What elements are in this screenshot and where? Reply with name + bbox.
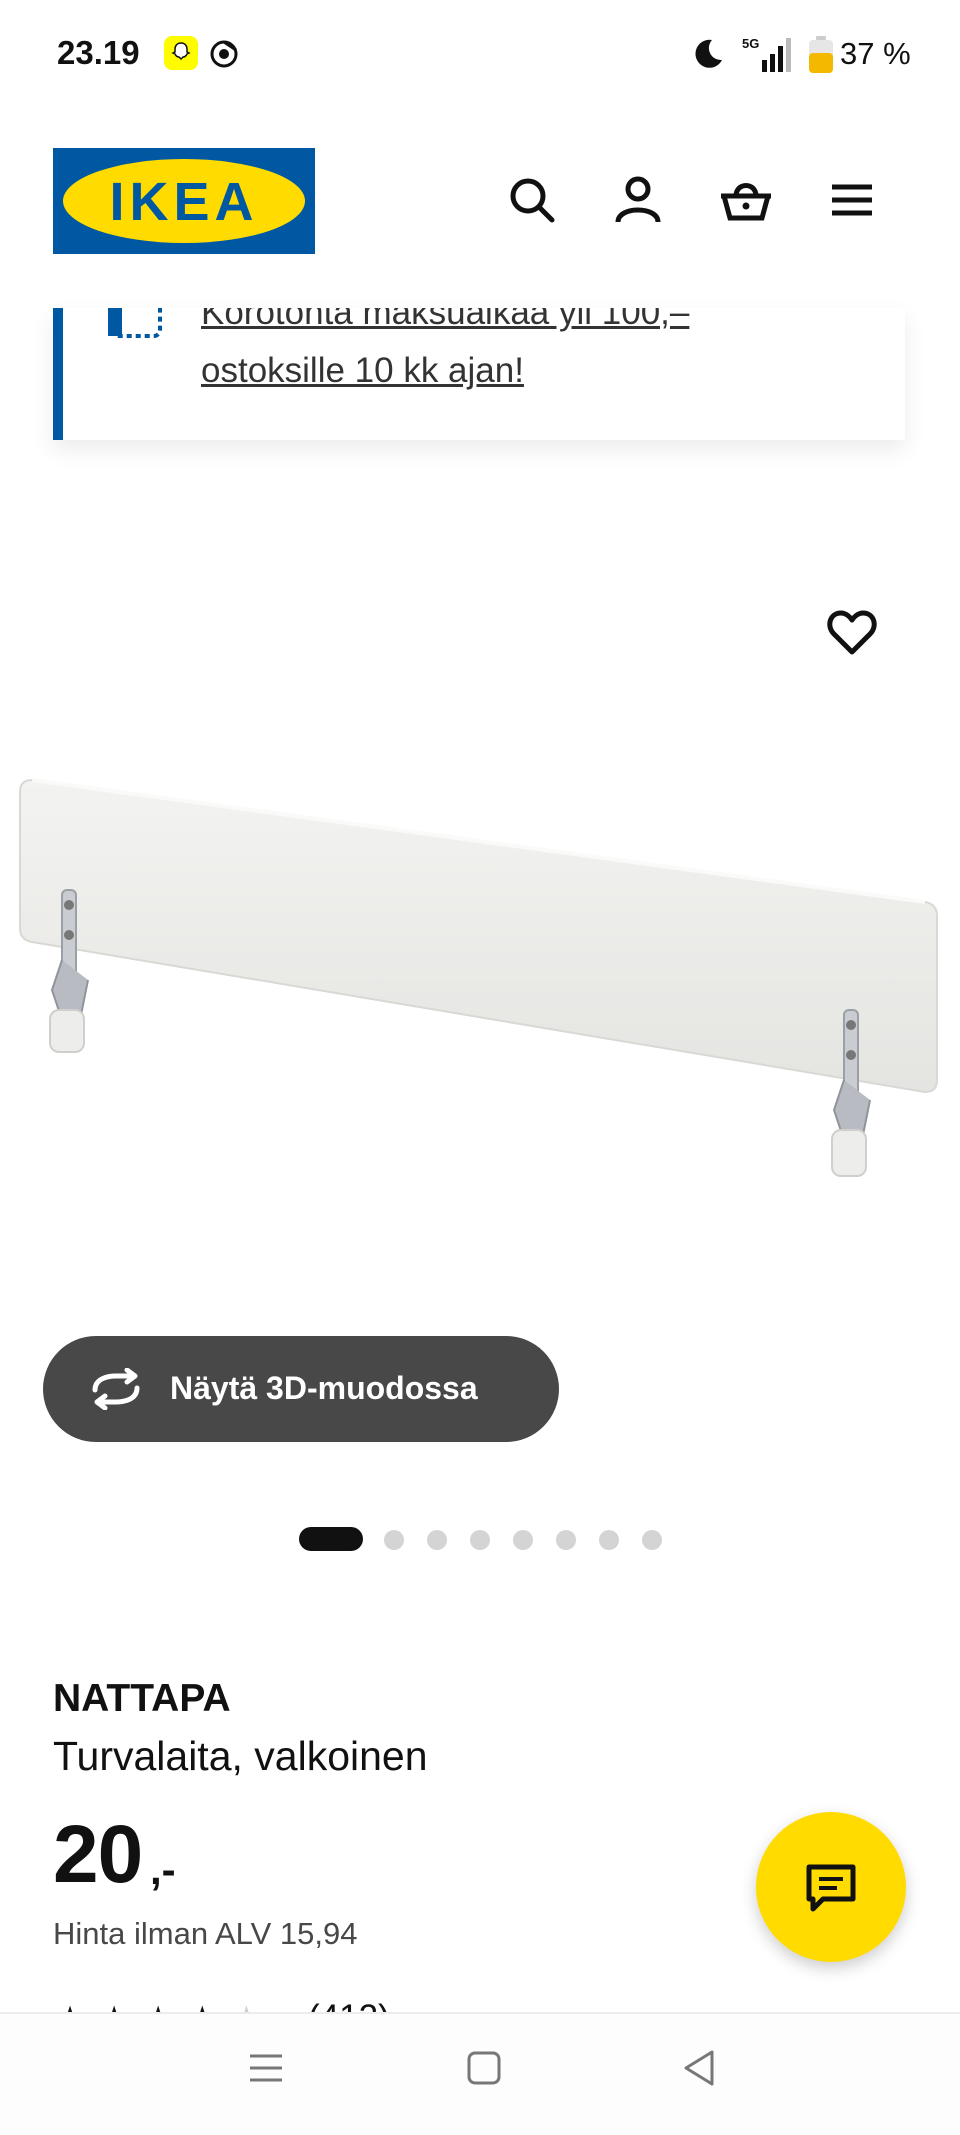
chat-button[interactable]	[756, 1812, 906, 1962]
account-icon[interactable]	[608, 170, 668, 230]
payment-card-icon	[108, 308, 168, 343]
recent-apps-icon[interactable]	[244, 2046, 288, 2090]
product-image[interactable]	[0, 480, 960, 1380]
chat-icon	[801, 1859, 861, 1915]
promo-link[interactable]: Korotonta maksuaikaa yli 100,– ostoksill…	[201, 308, 821, 400]
basket-icon[interactable]	[716, 170, 776, 230]
battery-level: 37 %	[840, 36, 911, 71]
gallery-pagination	[0, 1527, 960, 1551]
system-navigation-bar	[0, 2012, 960, 2135]
rotate-3d-icon	[87, 1367, 145, 1411]
menu-icon[interactable]	[822, 170, 882, 230]
promo-banner[interactable]: Korotonta maksuaikaa yli 100,– ostoksill…	[53, 308, 905, 440]
ikea-logo[interactable]: IKEA	[53, 148, 315, 254]
gallery-dot[interactable]	[599, 1530, 619, 1550]
product-description: Turvalaita, valkoinen	[53, 1733, 428, 1779]
logo-text: IKEA	[109, 172, 258, 232]
home-icon[interactable]	[462, 2046, 506, 2090]
gallery-dot[interactable]	[384, 1530, 404, 1550]
price-excluding-vat: Hinta ilman ALV 15,94	[53, 1916, 358, 1951]
gallery-dot[interactable]	[556, 1530, 576, 1550]
gallery-dot[interactable]	[470, 1530, 490, 1550]
favorite-heart-icon[interactable]	[822, 602, 882, 662]
network-label: 5G	[742, 36, 759, 51]
view-3d-button[interactable]: Näytä 3D-muodossa	[43, 1336, 559, 1442]
snapchat-icon	[164, 36, 198, 70]
signal-5g-icon: 5G	[740, 34, 796, 74]
status-bar: 23.19 5G 37 %	[0, 0, 960, 110]
product-name: NATTAPA	[53, 1677, 231, 1720]
product-price: 20	[53, 1809, 143, 1900]
gallery-dot[interactable]	[642, 1530, 662, 1550]
back-icon[interactable]	[678, 2046, 722, 2090]
status-time: 23.19	[57, 34, 140, 71]
gallery-dot[interactable]	[427, 1530, 447, 1550]
do-not-disturb-icon	[690, 36, 726, 72]
gallery-dot-active[interactable]	[299, 1527, 363, 1551]
gallery-dot[interactable]	[513, 1530, 533, 1550]
battery-icon	[808, 36, 834, 74]
product-price-suffix: ,-	[150, 1846, 176, 1893]
view-3d-label: Näytä 3D-muodossa	[170, 1370, 478, 1406]
search-icon[interactable]	[502, 170, 562, 230]
chrome-icon	[210, 40, 238, 68]
